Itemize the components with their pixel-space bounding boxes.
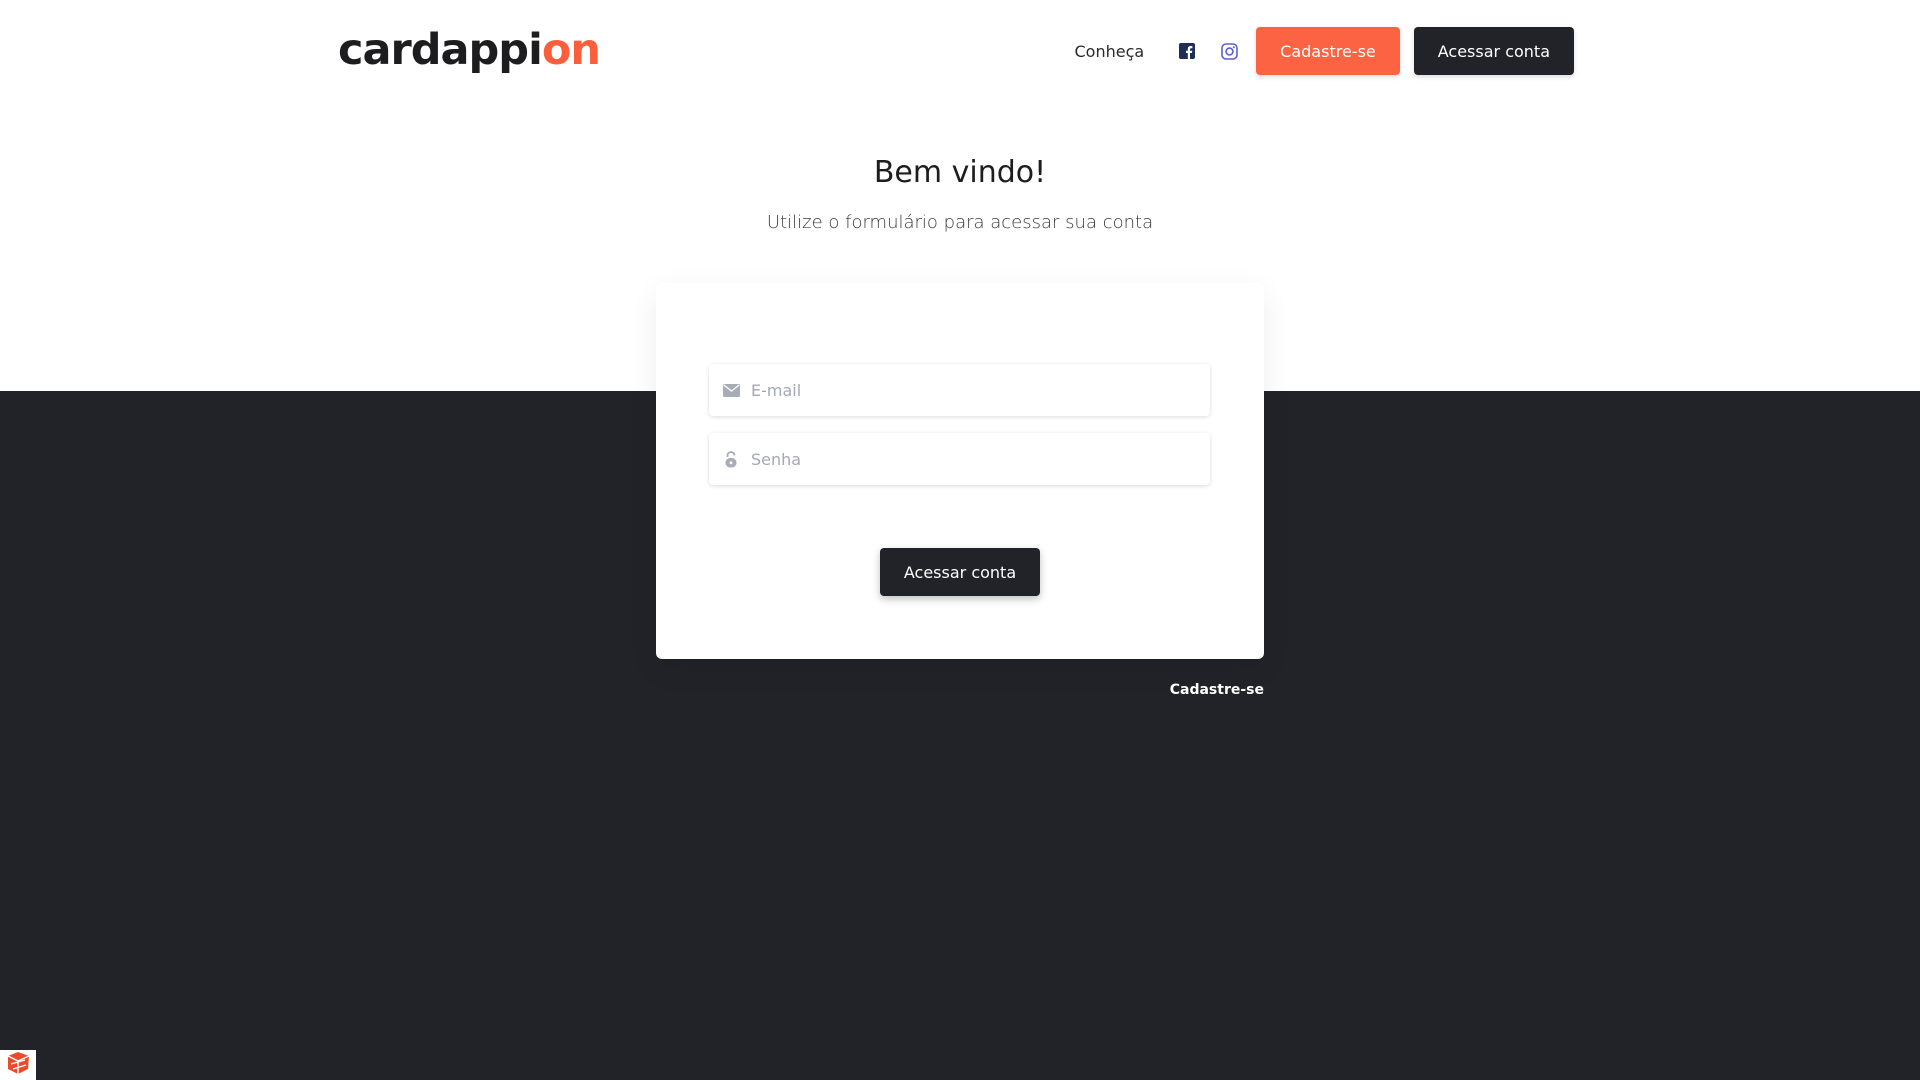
submit-login-button[interactable]: Acessar conta (880, 548, 1040, 596)
email-field[interactable] (709, 364, 1210, 416)
password-field[interactable] (709, 433, 1210, 485)
facebook-icon[interactable] (1178, 42, 1196, 60)
corner-widget[interactable] (0, 1050, 36, 1080)
page-subtitle: Utilize o formulário para acessar sua co… (766, 212, 1154, 233)
login-button[interactable]: Acessar conta (1413, 27, 1574, 75)
logo-accent: on (541, 25, 601, 75)
cube-icon (5, 1051, 31, 1079)
page: cardappi on Conheça Cadastre-se Acessar c… (0, 0, 1920, 1080)
email-input[interactable] (751, 370, 1191, 410)
top-nav: Conheça Cadastre-se Acessar conta (1074, 27, 1574, 75)
password-input[interactable] (751, 439, 1191, 479)
envelope-icon (721, 383, 741, 397)
lock-icon (721, 450, 741, 468)
instagram-icon[interactable] (1220, 42, 1238, 60)
login-card: Acessar conta (656, 283, 1264, 659)
page-title: Bem vindo! (873, 155, 1047, 190)
signup-link[interactable]: Cadastre-se (1170, 682, 1264, 698)
nav-link-conheca[interactable]: Conheça (1074, 42, 1144, 61)
logo[interactable]: cardappi on (338, 20, 601, 80)
signup-button[interactable]: Cadastre-se (1256, 27, 1400, 75)
logo-main: cardappi (338, 25, 543, 75)
